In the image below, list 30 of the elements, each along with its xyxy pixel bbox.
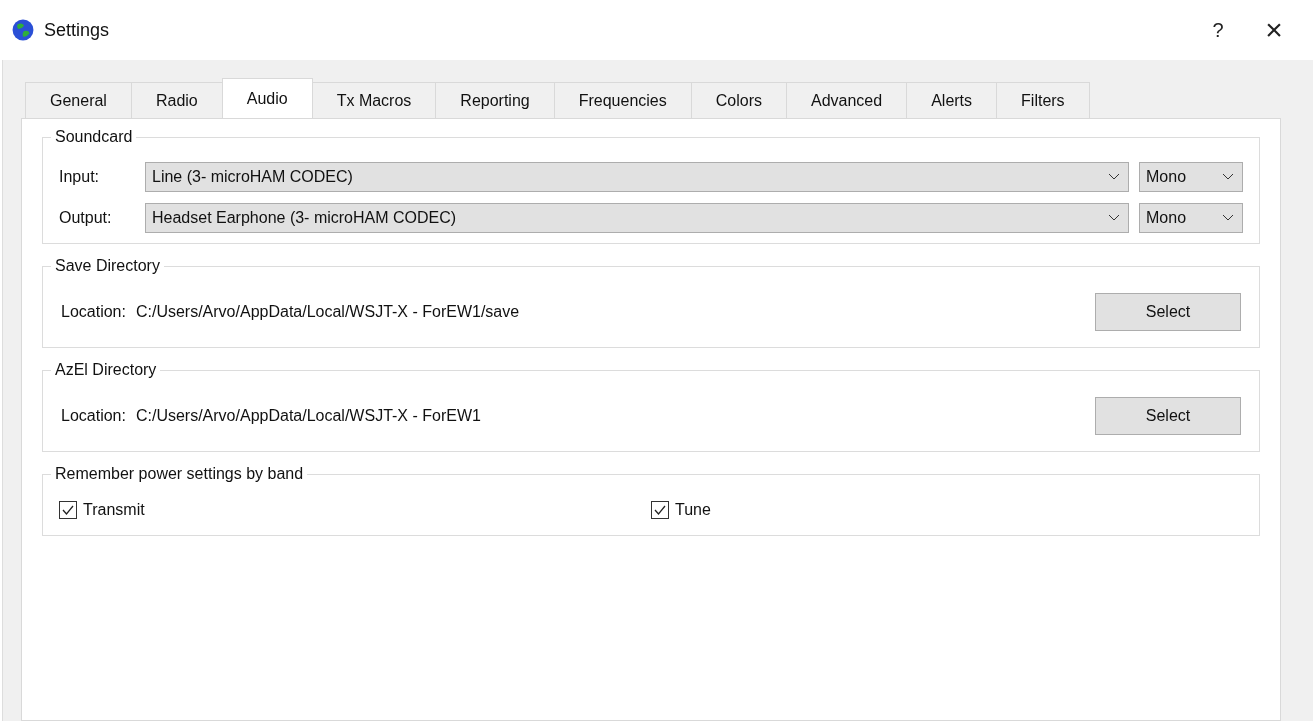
checkbox[interactable]: [651, 501, 669, 519]
group-title: Save Directory: [51, 257, 164, 275]
select-button[interactable]: Select: [1095, 293, 1241, 331]
checkbox[interactable]: [59, 501, 77, 519]
group-title: AzEl Directory: [51, 361, 161, 379]
chevron-icon: [1108, 173, 1120, 181]
help-button[interactable]: ?: [1195, 10, 1241, 50]
field-label: Input:: [59, 168, 101, 186]
field-label: Location:: [61, 407, 126, 425]
tab[interactable]: Filters: [996, 82, 1090, 118]
tab[interactable]: General: [25, 82, 132, 118]
select-button[interactable]: Select: [1095, 397, 1241, 435]
device-dropdown[interactable]: Headset Earphone (3- microHAM CODEC): [145, 203, 1129, 233]
group-title: Remember power settings by band: [51, 465, 308, 483]
globe-icon: [12, 19, 34, 41]
channel-dropdown[interactable]: Mono: [1139, 162, 1243, 192]
field-label: Location:: [61, 303, 126, 321]
tab[interactable]: Audio: [221, 78, 313, 118]
close-button[interactable]: ×: [1251, 10, 1297, 50]
path-text: C:/Users/Arvo/AppData/Local/WSJT-X - ForEW1: [135, 407, 481, 425]
chevron-icon: [1222, 173, 1234, 181]
checkbox-label: Transmit: [83, 501, 145, 519]
path-text: C:/Users/Arvo/AppData/Local/WSJT-X - ForEW1/save: [135, 303, 520, 321]
window-title: Settings: [44, 19, 110, 41]
device-dropdown[interactable]: Line (3- microHAM CODEC): [145, 162, 1129, 192]
chevron-icon: [1108, 214, 1120, 222]
channel-dropdown[interactable]: Mono: [1139, 203, 1243, 233]
field-label: Output:: [59, 209, 113, 227]
chevron-icon: [1222, 214, 1234, 222]
checkbox-label: Tune: [675, 501, 711, 519]
